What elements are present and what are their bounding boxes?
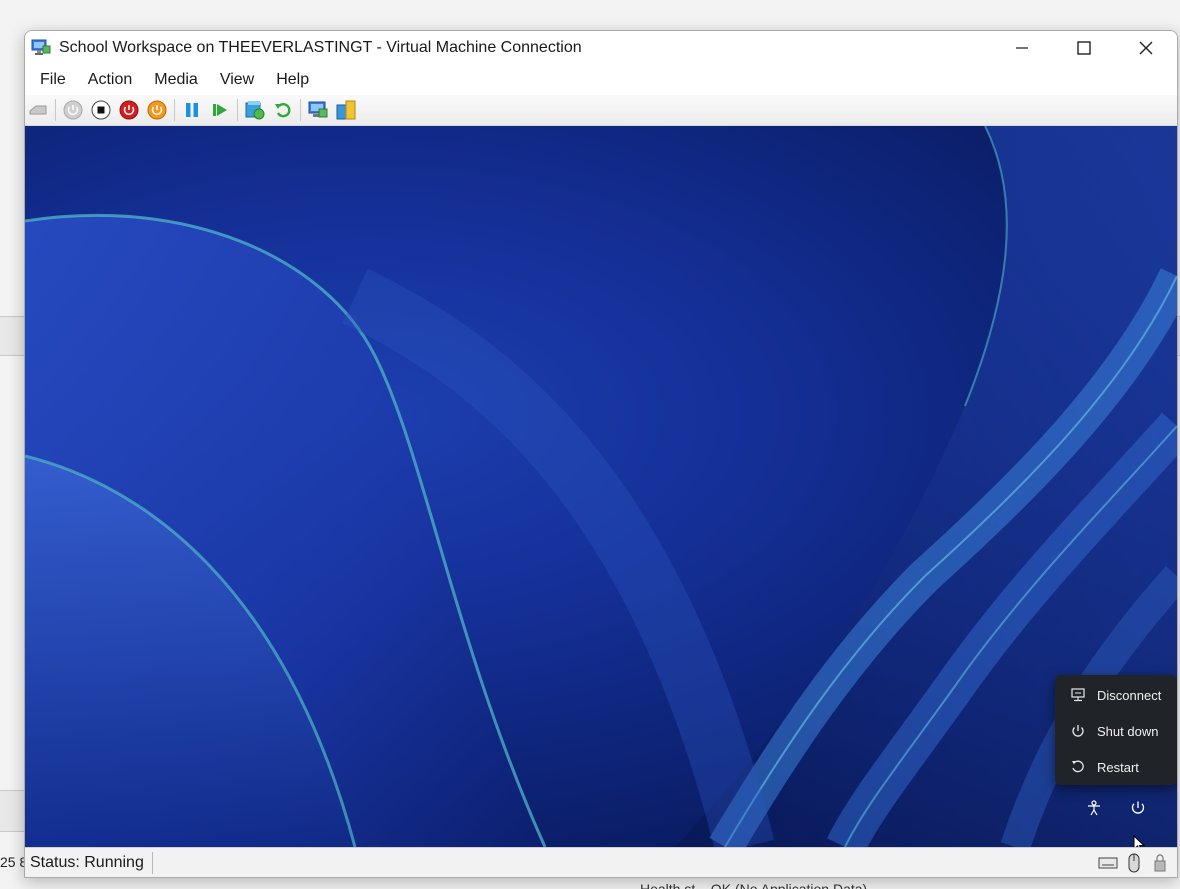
- maximize-button[interactable]: [1053, 31, 1115, 65]
- windows-bloom-wallpaper: [25, 126, 1177, 847]
- lock-status: [1149, 852, 1171, 874]
- close-button[interactable]: [1115, 31, 1177, 65]
- window-title: School Workspace on THEEVERLASTINGT - Vi…: [59, 39, 582, 56]
- lock-screen-icons: [1085, 799, 1147, 817]
- shut-down-menu-item[interactable]: Shut down: [1055, 713, 1177, 749]
- reset-icon: [213, 104, 227, 116]
- host-background-panel: [0, 790, 24, 832]
- enhanced-session-button[interactable]: [307, 99, 329, 121]
- share-icon: [336, 100, 356, 120]
- power-button[interactable]: [1129, 799, 1147, 817]
- toolbar-separator: [55, 99, 56, 121]
- power-icon: [1070, 723, 1086, 739]
- mouse-icon: [1128, 853, 1140, 873]
- host-bottom-text: Health st... OK (No Application Data): [640, 881, 868, 889]
- revert-icon: [275, 103, 291, 118]
- save-button[interactable]: [146, 99, 168, 121]
- accessibility-button[interactable]: [1085, 799, 1103, 817]
- restart-label: Restart: [1097, 759, 1139, 775]
- host-background-panel: [0, 316, 24, 356]
- toolbar-separator: [237, 99, 238, 121]
- vm-status: Status: Running: [25, 852, 153, 874]
- stop-icon: [91, 100, 111, 120]
- close-icon: [1139, 41, 1153, 55]
- checkpoint-icon: [245, 101, 265, 120]
- reset-button[interactable]: [209, 99, 231, 121]
- window-controls: [991, 31, 1177, 65]
- host-left-edge-text: 25 8: [0, 854, 24, 870]
- status-bar: Status: Running: [25, 847, 1177, 877]
- accessibility-icon: [1088, 800, 1100, 816]
- disconnect-label: Disconnect: [1097, 687, 1162, 703]
- shut-down-button[interactable]: [118, 99, 140, 121]
- menu-file[interactable]: File: [25, 67, 77, 93]
- shut-down-label: Shut down: [1097, 723, 1159, 739]
- checkpoint-button[interactable]: [244, 99, 266, 121]
- menu-action[interactable]: Action: [77, 67, 143, 93]
- maximize-icon: [1077, 41, 1091, 55]
- turn-off-button[interactable]: [90, 99, 112, 121]
- minimize-icon: [1016, 47, 1028, 49]
- vm-connection-window: School Workspace on THEEVERLASTINGT - Vi…: [24, 30, 1178, 878]
- keyboard-icon: [29, 105, 47, 115]
- pause-button[interactable]: [181, 99, 203, 121]
- toolbar-separator: [174, 99, 175, 121]
- power-icon: [1131, 801, 1145, 814]
- disconnect-icon: [1070, 687, 1086, 703]
- pause-icon: [186, 103, 198, 117]
- lock-icon: [1154, 854, 1166, 872]
- restart-icon: [1070, 759, 1086, 775]
- toolbar: [25, 95, 1177, 126]
- enhanced-session-icon: [308, 101, 328, 118]
- status-icons: [1097, 852, 1171, 874]
- power-menu: Disconnect Shut down Restart: [1055, 675, 1177, 785]
- mouse-cursor-icon: [1133, 835, 1145, 847]
- keyboard-icon: [1098, 857, 1118, 869]
- minimize-button[interactable]: [991, 31, 1053, 65]
- save-state-icon: [147, 100, 167, 120]
- revert-button[interactable]: [272, 99, 294, 121]
- vm-connection-app-icon: [31, 39, 51, 55]
- vm-screen[interactable]: Disconnect Shut down Restart: [25, 126, 1177, 847]
- keyboard-status: [1097, 852, 1119, 874]
- toolbar-separator: [300, 99, 301, 121]
- disconnect-menu-item[interactable]: Disconnect: [1055, 677, 1177, 713]
- menu-help[interactable]: Help: [265, 67, 320, 93]
- menu-bar: File Action Media View Help: [25, 67, 1177, 93]
- mouse-status: [1123, 852, 1145, 874]
- menu-media[interactable]: Media: [143, 67, 209, 93]
- share-button[interactable]: [335, 99, 357, 121]
- title-bar[interactable]: School Workspace on THEEVERLASTINGT - Vi…: [25, 31, 1177, 65]
- start-icon: [63, 100, 83, 120]
- restart-menu-item[interactable]: Restart: [1055, 749, 1177, 785]
- ctrl-alt-del-button[interactable]: [27, 99, 49, 121]
- start-button[interactable]: [62, 99, 84, 121]
- shutdown-icon: [119, 100, 139, 120]
- menu-view[interactable]: View: [209, 67, 265, 93]
